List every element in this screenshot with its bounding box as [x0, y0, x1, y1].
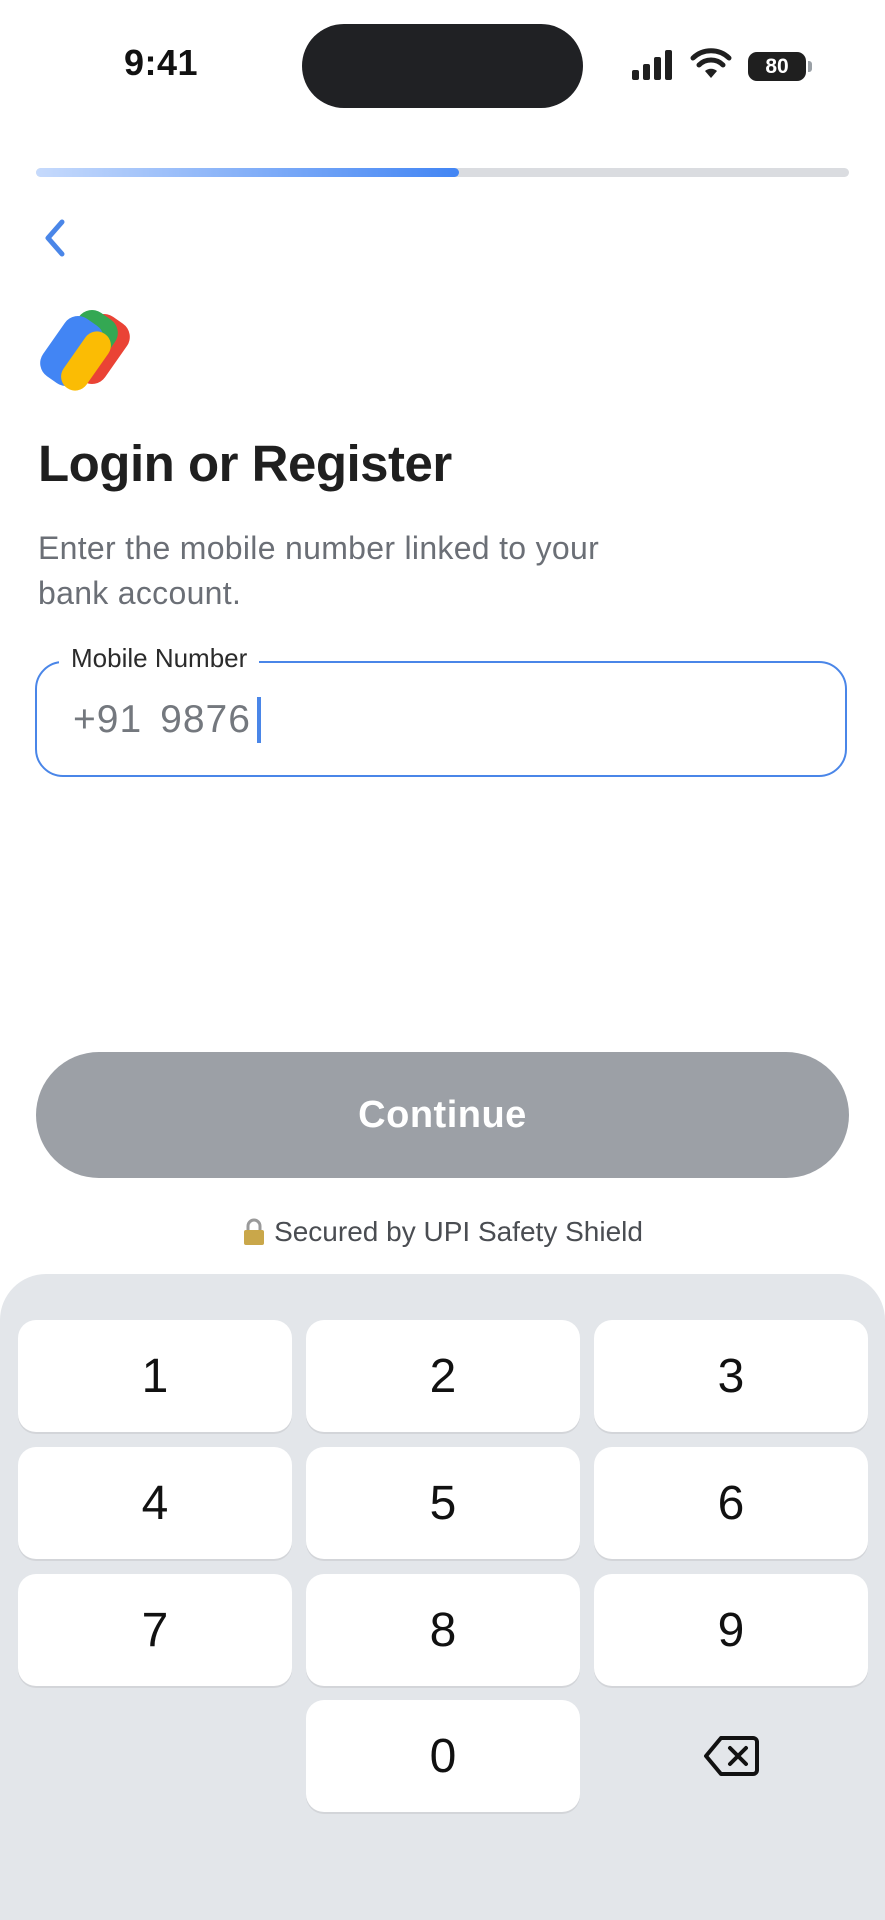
status-bar: 9:41 80: [0, 0, 885, 120]
backspace-icon: [704, 1736, 759, 1776]
mobile-number-label: Mobile Number: [59, 643, 260, 674]
key-0[interactable]: 0: [306, 1700, 580, 1812]
mobile-number-value: 9876: [160, 698, 251, 741]
key-1[interactable]: 1: [18, 1320, 292, 1432]
backspace-button[interactable]: [594, 1700, 868, 1812]
app-logo-icon: [40, 309, 130, 391]
page-title: Login or Register: [38, 435, 452, 492]
cellular-signal-icon: [632, 50, 672, 80]
numeric-keypad: 1 2 3 4 5 6 7 8 9 0: [0, 1274, 885, 1920]
key-4[interactable]: 4: [18, 1447, 292, 1559]
wifi-icon: [690, 48, 732, 78]
secured-note: Secured by UPI Safety Shield: [0, 1216, 885, 1248]
key-6[interactable]: 6: [594, 1447, 868, 1559]
progress-fill: [36, 168, 459, 177]
dynamic-island: [302, 24, 583, 108]
continue-button[interactable]: Continue: [36, 1052, 849, 1178]
mobile-number-field[interactable]: Mobile Number +91 9876: [35, 643, 847, 777]
key-5[interactable]: 5: [306, 1447, 580, 1559]
back-button[interactable]: [30, 208, 90, 268]
status-time: 9:41: [124, 42, 199, 83]
page-subtitle: Enter the mobile number linked to your b…: [38, 530, 600, 611]
text-cursor: [256, 697, 261, 743]
chevron-left-icon: [45, 219, 65, 257]
progress-bar: [36, 168, 849, 177]
battery-cap: [808, 61, 812, 72]
key-2[interactable]: 2: [306, 1320, 580, 1432]
key-7[interactable]: 7: [18, 1574, 292, 1686]
battery-icon: 80: [748, 52, 806, 81]
secured-text: Secured by UPI Safety Shield: [274, 1216, 643, 1247]
lock-icon: [244, 1218, 265, 1245]
country-code: +91: [73, 698, 143, 741]
key-3[interactable]: 3: [594, 1320, 868, 1432]
key-9[interactable]: 9: [594, 1574, 868, 1686]
mobile-number-input[interactable]: +91 9876: [73, 697, 261, 743]
key-8[interactable]: 8: [306, 1574, 580, 1686]
